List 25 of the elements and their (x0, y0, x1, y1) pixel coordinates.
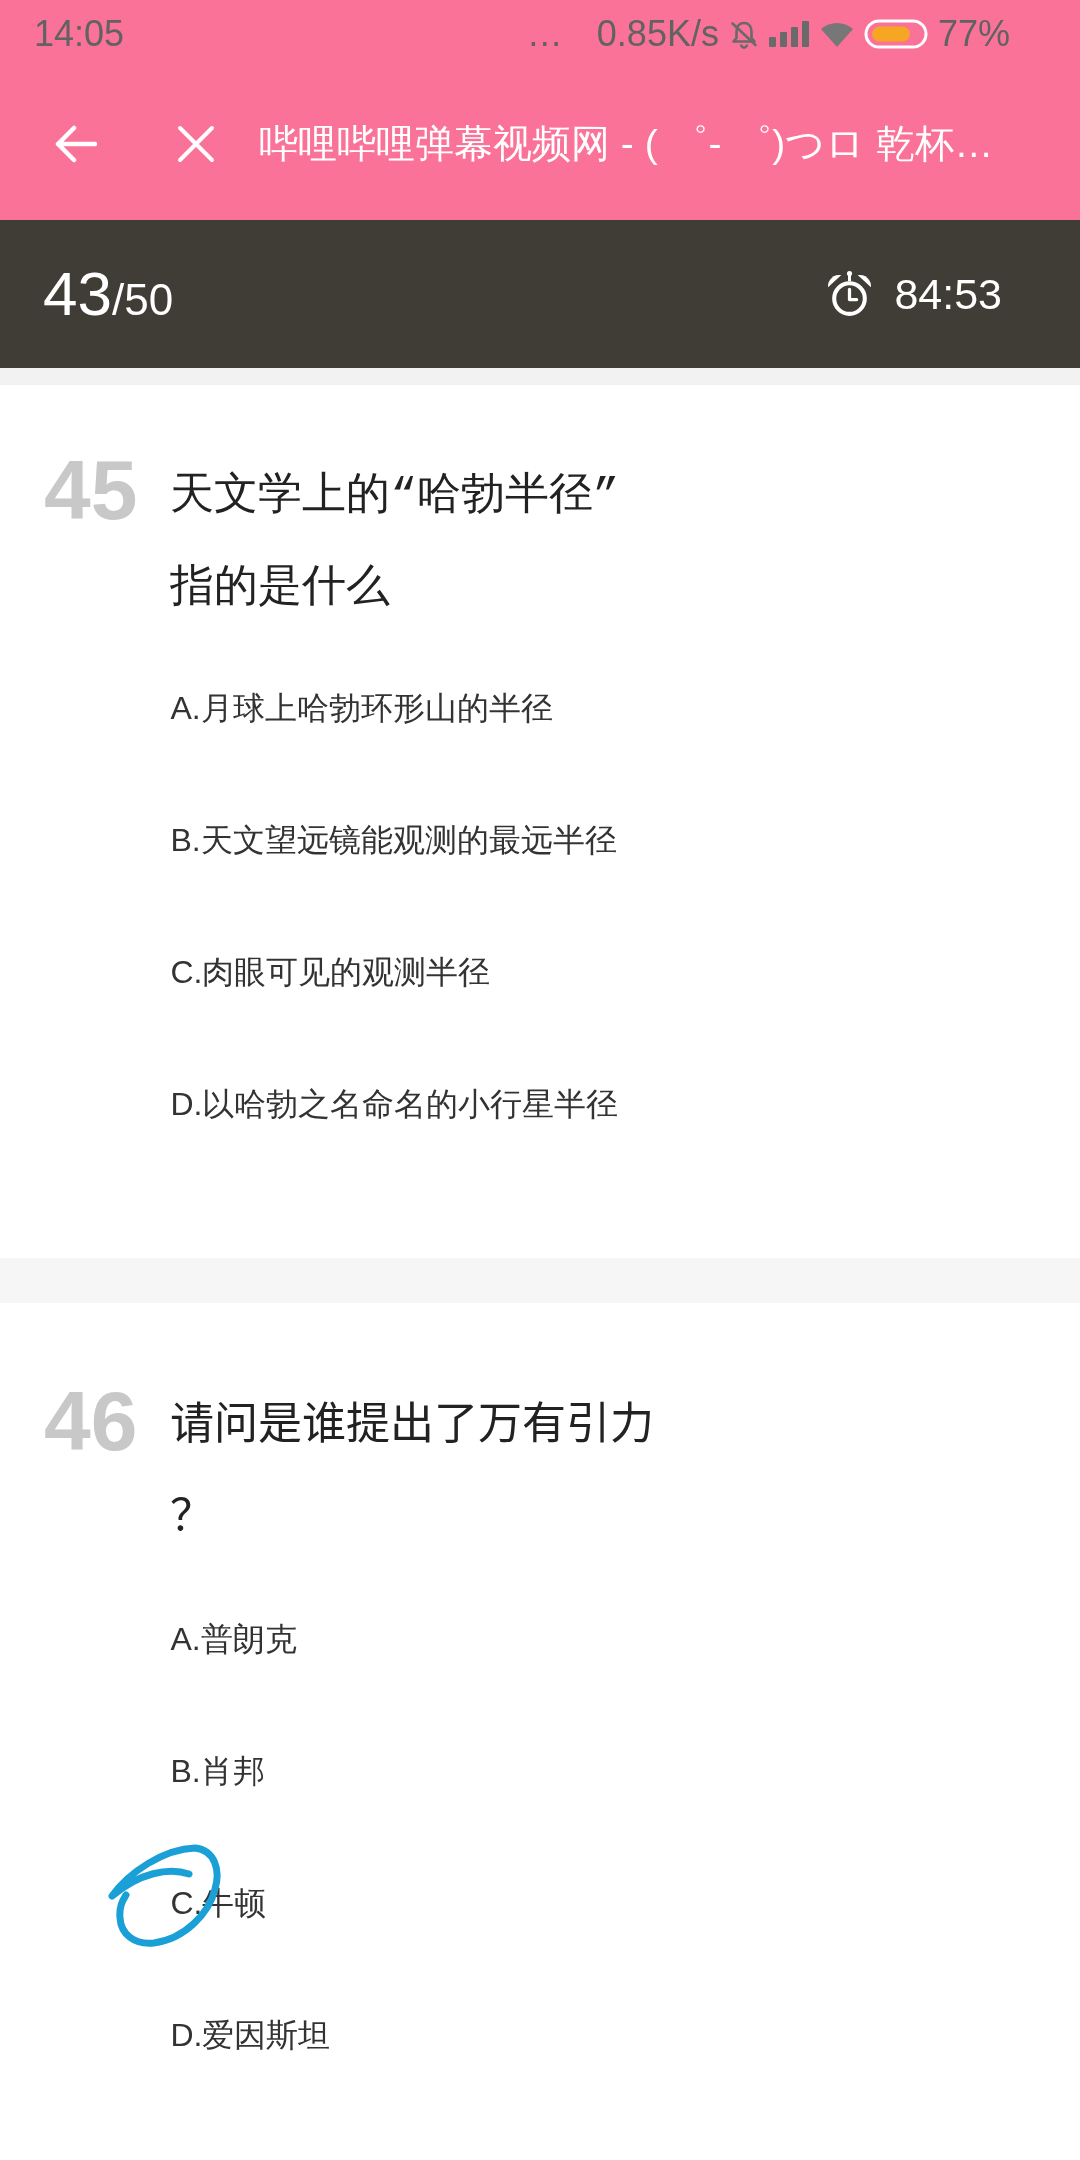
countdown-timer: 84:53 (894, 272, 1002, 316)
answer-option[interactable]: A.月球上哈勃环形山的半径 (170, 688, 553, 728)
current-question-number: 43 (43, 263, 112, 325)
notification-overflow: … (526, 16, 563, 52)
signal-icon (768, 21, 810, 47)
wifi-icon (819, 20, 854, 48)
question-text: 天文学上的“哈勃半径”指的是什么 (170, 470, 621, 615)
question-total: /50 (111, 278, 174, 322)
page-title: 哔哩哔哩弹幕视频网 - ( ゜- ゜)つロ 乾杯… (259, 120, 994, 167)
answer-option[interactable]: D.爱因斯坦 (170, 2015, 331, 2055)
answer-option[interactable]: B.肖邦 (170, 1751, 265, 1791)
muted-bell-icon (728, 19, 759, 49)
answer-option[interactable]: D.以哈勃之名命名的小行星半径 (170, 1084, 619, 1124)
status-time: 14:05 (34, 16, 125, 52)
answer-option[interactable]: B.天文望远镜能观测的最远半径 (170, 820, 617, 860)
battery-icon (863, 19, 928, 49)
answer-option[interactable]: C.肉眼可见的观测半径 (170, 952, 491, 992)
battery-percent: 77% (937, 16, 1010, 52)
back-button[interactable] (53, 124, 97, 164)
back-arrow-icon (53, 124, 97, 164)
close-button[interactable] (177, 125, 215, 163)
answer-option[interactable]: A.普朗克 (170, 1619, 297, 1659)
network-speed: 0.85K/s (596, 16, 719, 52)
question-text: 请问是谁提出了万有引力？ (170, 1400, 656, 1546)
close-icon (177, 125, 215, 163)
